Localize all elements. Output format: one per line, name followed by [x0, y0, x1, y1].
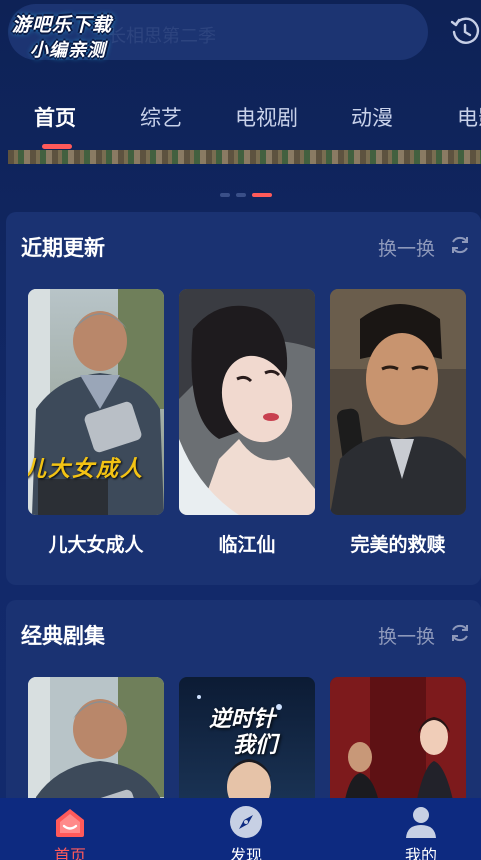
nav-home-label: 首页 — [53, 846, 86, 860]
nav-discover[interactable]: 发现 — [186, 798, 306, 860]
home-icon — [56, 809, 84, 837]
section-recent-updates: 近期更新 换一换 儿大女成人 儿大女成人 临江仙 完美的救赎 — [6, 212, 481, 585]
nav-mine-label: 我的 — [404, 846, 437, 860]
app-page: 长相思第二季 游吧乐下载 小编亲测 首页 综艺 电视剧 动漫 电影 近期更新 换… — [0, 0, 481, 860]
nav-home[interactable]: 首页 — [10, 798, 130, 860]
watermark-line-1: 游吧乐下载 — [12, 14, 113, 36]
poster-image[interactable] — [179, 289, 315, 515]
refresh-label: 换一换 — [377, 626, 435, 648]
carousel-indicator — [220, 193, 280, 199]
poster-image[interactable]: 儿大女成人 — [28, 289, 164, 515]
active-tab-indicator — [42, 144, 72, 149]
watermark-logo: 游吧乐下载 小编亲测 — [6, 8, 146, 64]
poster-overlay-text: 儿大女成人 — [28, 457, 145, 482]
history-icon[interactable] — [448, 14, 481, 48]
carousel-dot — [236, 193, 246, 197]
tab-movie[interactable]: 电影 — [457, 102, 481, 132]
poster-title[interactable]: 完美的救赎 — [318, 530, 478, 557]
section-title: 近期更新 — [21, 236, 105, 260]
carousel-dot-active — [252, 193, 272, 197]
nav-mine[interactable]: 我的 — [361, 798, 481, 860]
section-title: 经典剧集 — [21, 624, 105, 648]
tab-anime[interactable]: 动漫 — [351, 102, 393, 132]
tab-tv-series[interactable]: 电视剧 — [235, 102, 298, 132]
banner-carousel[interactable] — [8, 150, 481, 164]
refresh-icon — [452, 624, 468, 642]
poster-overlay-text: 我们 — [233, 733, 278, 758]
watermark-line-2: 小编亲测 — [30, 40, 106, 61]
nav-discover-label: 发现 — [229, 846, 262, 860]
poster-title[interactable]: 儿大女成人 — [16, 530, 176, 557]
refresh-icon — [452, 236, 468, 254]
user-icon — [406, 807, 436, 838]
bottom-navigation: 首页 发现 我的 — [0, 798, 481, 860]
refresh-button[interactable]: 换一换 — [371, 622, 471, 648]
refresh-button[interactable]: 换一换 — [371, 234, 471, 260]
category-tabs: 首页 综艺 电视剧 动漫 电影 — [0, 92, 481, 152]
tab-variety[interactable]: 综艺 — [140, 102, 182, 132]
compass-icon — [230, 806, 262, 838]
top-bar: 长相思第二季 游吧乐下载 小编亲测 — [0, 0, 481, 70]
tab-home[interactable]: 首页 — [34, 102, 76, 132]
poster-title[interactable]: 临江仙 — [167, 530, 327, 557]
carousel-dot — [220, 193, 230, 197]
poster-image[interactable] — [330, 289, 466, 515]
refresh-label: 换一换 — [377, 238, 435, 260]
